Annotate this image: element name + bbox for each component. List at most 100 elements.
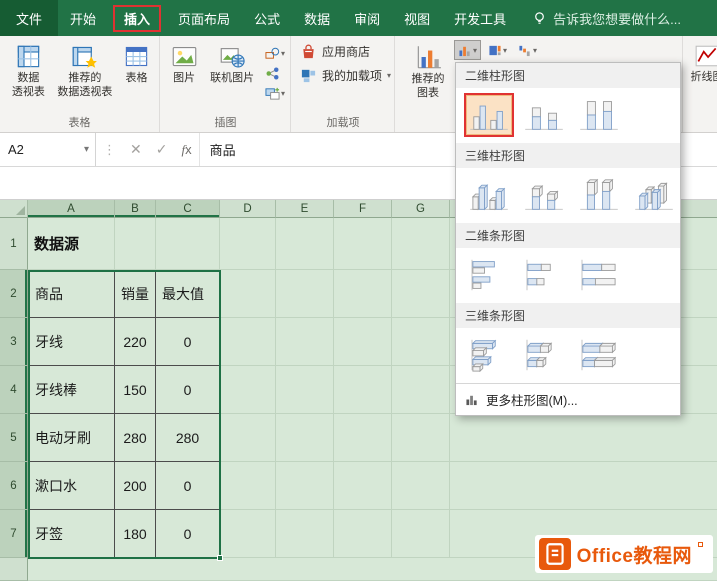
column-header-F[interactable]: F bbox=[334, 200, 392, 218]
recommended-charts-button[interactable]: 推荐的 图表 bbox=[402, 40, 454, 101]
cell-E1[interactable] bbox=[276, 218, 334, 270]
more-column-charts-item[interactable]: 更多柱形图(M)... bbox=[456, 383, 680, 415]
online-pictures-button[interactable]: 联机图片 bbox=[205, 40, 259, 86]
column-header-D[interactable]: D bbox=[220, 200, 276, 218]
cell-F6[interactable] bbox=[334, 462, 392, 510]
cell-B4[interactable]: 150 bbox=[115, 366, 156, 414]
chart-type-clustered-column-3d[interactable] bbox=[466, 175, 512, 215]
cell-F1[interactable] bbox=[334, 218, 392, 270]
cell-A3[interactable]: 牙线 bbox=[28, 318, 115, 366]
chart-type-clustered-column[interactable] bbox=[466, 95, 512, 135]
my-addins-button[interactable]: 我的加载项 ▾ bbox=[292, 60, 394, 84]
cell-G4[interactable] bbox=[392, 366, 450, 414]
cell-F2[interactable] bbox=[334, 270, 392, 318]
tab-公式[interactable]: 公式 bbox=[242, 0, 292, 36]
cell-B5[interactable]: 280 bbox=[115, 414, 156, 462]
insert-hierarchy-chart-button[interactable]: ▾ bbox=[484, 40, 511, 60]
chart-type-stacked-column-3d[interactable] bbox=[521, 175, 567, 215]
select-all-corner[interactable] bbox=[0, 200, 28, 218]
cell-B2[interactable]: 销量 bbox=[115, 270, 156, 318]
cell-G6[interactable] bbox=[392, 462, 450, 510]
cell-G7[interactable] bbox=[392, 510, 450, 558]
cell-E7[interactable] bbox=[276, 510, 334, 558]
cell-F3[interactable] bbox=[334, 318, 392, 366]
cell-F4[interactable] bbox=[334, 366, 392, 414]
row-header-1[interactable]: 1 bbox=[0, 218, 28, 270]
cell-C1[interactable] bbox=[156, 218, 220, 270]
store-button[interactable]: 应用商店 bbox=[292, 36, 394, 60]
cell-B3[interactable]: 220 bbox=[115, 318, 156, 366]
smartart-button[interactable] bbox=[263, 65, 287, 82]
chart-type-clustered-bar[interactable] bbox=[466, 255, 512, 295]
insert-column-chart-button[interactable]: ▾ bbox=[454, 40, 481, 60]
insert-waterfall-chart-button[interactable]: ▾ bbox=[514, 40, 541, 60]
cell-C5[interactable]: 280 bbox=[156, 414, 220, 462]
cell-A1[interactable]: 数据源 bbox=[28, 218, 115, 270]
cell-D4[interactable] bbox=[220, 366, 276, 414]
chart-type-stacked-column[interactable] bbox=[521, 95, 567, 135]
cell-G3[interactable] bbox=[392, 318, 450, 366]
chart-type-stacked-column-100-3d[interactable] bbox=[576, 175, 622, 215]
row-header-2[interactable]: 2 bbox=[0, 270, 28, 318]
tell-me-box[interactable]: 告诉我您想要做什么... bbox=[532, 0, 681, 36]
cell-D7[interactable] bbox=[220, 510, 276, 558]
tab-开始[interactable]: 开始 bbox=[58, 0, 108, 36]
chart-type-clustered-bar-3d[interactable] bbox=[466, 335, 512, 375]
shapes-button[interactable]: ▾ bbox=[263, 45, 287, 62]
cell-B7[interactable]: 180 bbox=[115, 510, 156, 558]
chart-type-column-3d[interactable] bbox=[631, 175, 677, 215]
row-header-6[interactable]: 6 bbox=[0, 462, 28, 510]
tab-插入[interactable]: 插入 bbox=[108, 0, 166, 36]
cell-C7[interactable]: 0 bbox=[156, 510, 220, 558]
cell-C2[interactable]: 最大值 bbox=[156, 270, 220, 318]
name-box[interactable]: A2 ▾ bbox=[0, 133, 96, 166]
table-button[interactable]: 表格 bbox=[117, 40, 156, 86]
chart-type-stacked-bar[interactable] bbox=[521, 255, 567, 295]
insert-function-icon[interactable]: fx bbox=[174, 142, 198, 158]
cell-G5[interactable] bbox=[392, 414, 450, 462]
chart-type-stacked-column-100[interactable] bbox=[576, 95, 622, 135]
cell-E4[interactable] bbox=[276, 366, 334, 414]
cell-E3[interactable] bbox=[276, 318, 334, 366]
tab-文件[interactable]: 文件 bbox=[0, 0, 58, 36]
enter-icon[interactable]: ✓ bbox=[149, 141, 175, 158]
cell-F7[interactable] bbox=[334, 510, 392, 558]
column-header-A[interactable]: A bbox=[28, 200, 115, 218]
chart-type-stacked-bar-3d[interactable] bbox=[521, 335, 567, 375]
chart-type-stacked-bar-100-3d[interactable] bbox=[576, 335, 622, 375]
cell-E5[interactable] bbox=[276, 414, 334, 462]
cell-A4[interactable]: 牙线棒 bbox=[28, 366, 115, 414]
tab-视图[interactable]: 视图 bbox=[392, 0, 442, 36]
chart-type-stacked-bar-100[interactable] bbox=[576, 255, 622, 295]
cell-C6[interactable]: 0 bbox=[156, 462, 220, 510]
cell-G2[interactable] bbox=[392, 270, 450, 318]
formula-bar-resizer[interactable]: ⋮ bbox=[96, 142, 123, 158]
column-header-E[interactable]: E bbox=[276, 200, 334, 218]
picture-button[interactable]: 图片 bbox=[165, 40, 203, 86]
cell-A6[interactable]: 漱口水 bbox=[28, 462, 115, 510]
tab-审阅[interactable]: 审阅 bbox=[342, 0, 392, 36]
cell-F5[interactable] bbox=[334, 414, 392, 462]
row-header-7[interactable]: 7 bbox=[0, 510, 28, 558]
tab-数据[interactable]: 数据 bbox=[292, 0, 342, 36]
tab-开发工具[interactable]: 开发工具 bbox=[442, 0, 518, 36]
pivot-table-button[interactable]: 数据 透视表 bbox=[4, 40, 53, 100]
cell-E2[interactable] bbox=[276, 270, 334, 318]
cancel-icon[interactable]: ✕ bbox=[123, 141, 149, 158]
row-header-3[interactable]: 3 bbox=[0, 318, 28, 366]
recommended-pivot-button[interactable]: 推荐的 数据透视表 bbox=[55, 40, 115, 100]
row-header-4[interactable]: 4 bbox=[0, 366, 28, 414]
tab-页面布局[interactable]: 页面布局 bbox=[166, 0, 242, 36]
column-header-G[interactable]: G bbox=[392, 200, 450, 218]
cell-E6[interactable] bbox=[276, 462, 334, 510]
cell-C4[interactable]: 0 bbox=[156, 366, 220, 414]
cell-D3[interactable] bbox=[220, 318, 276, 366]
cell-D6[interactable] bbox=[220, 462, 276, 510]
cell-B1[interactable] bbox=[115, 218, 156, 270]
column-header-C[interactable]: C bbox=[156, 200, 220, 218]
cell-D5[interactable] bbox=[220, 414, 276, 462]
column-header-B[interactable]: B bbox=[115, 200, 156, 218]
cell-A2[interactable]: 商品 bbox=[28, 270, 115, 318]
cell-C3[interactable]: 0 bbox=[156, 318, 220, 366]
cell-G1[interactable] bbox=[392, 218, 450, 270]
